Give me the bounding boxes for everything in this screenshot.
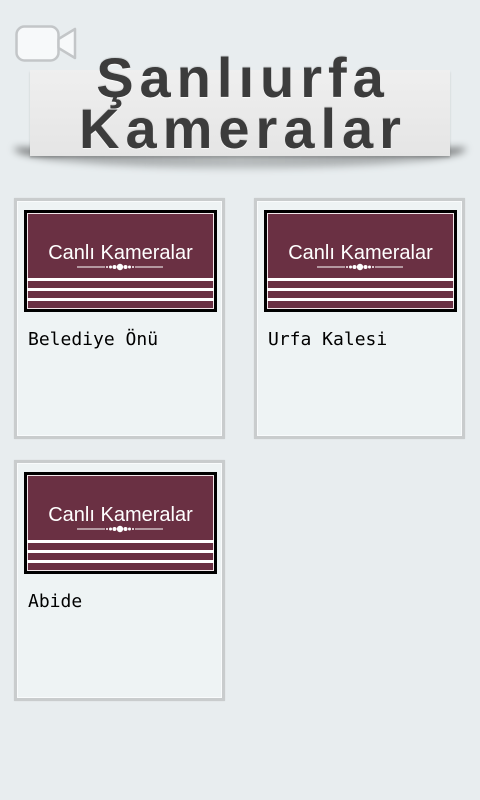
thumbnail-stripe [267,288,454,291]
thumbnail-caption: Canlı Kameralar [48,504,193,526]
thumbnail-stripe [27,288,214,291]
ornament-divider [77,263,163,271]
camera-label: Urfa Kalesi [268,329,388,350]
thumbnail-stripe [27,560,214,563]
ornament-divider [317,263,403,271]
title-line-2: Kameralar [79,97,407,160]
camera-card-abide[interactable]: Canlı Kameralar Abide [14,460,225,701]
thumbnail-caption: Canlı Kameralar [48,242,193,264]
thumbnail-stripe [267,278,454,281]
thumbnail-stripe [27,278,214,281]
thumbnail-stripe [27,550,214,553]
thumbnail-caption: Canlı Kameralar [288,242,433,264]
camera-card-urfa-kalesi[interactable]: Canlı Kameralar Urfa Kalesi [254,198,465,439]
camera-label: Belediye Önü [28,329,159,350]
camera-card-belediye-onu[interactable]: Canlı Kameralar Belediye Önü [14,198,225,439]
thumbnail-stripe [267,298,454,301]
thumbnail-stripe [27,540,214,543]
camera-thumbnail: Canlı Kameralar [264,210,457,312]
ornament-divider [77,525,163,533]
page-title: Şanlıurfa Kameralar [0,46,480,160]
title-line-1: Şanlıurfa [96,46,390,109]
camera-thumbnail: Canlı Kameralar [24,210,217,312]
thumbnail-stripe [27,298,214,301]
camera-thumbnail: Canlı Kameralar [24,472,217,574]
camera-label: Abide [28,591,83,612]
